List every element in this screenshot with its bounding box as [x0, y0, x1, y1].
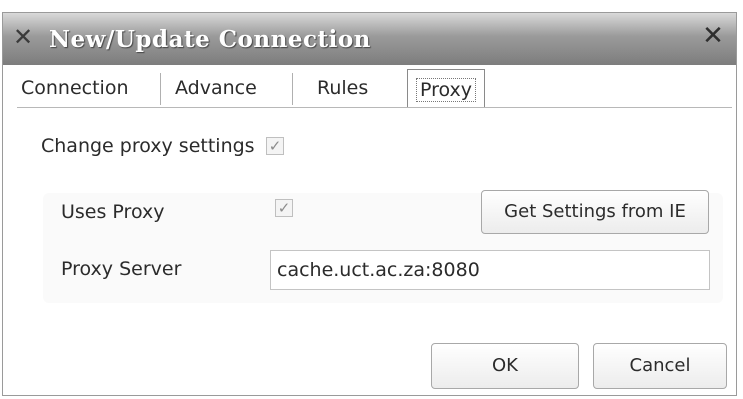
tab-bar: Connection Advance Rules Proxy	[17, 65, 737, 111]
uses-proxy-label: Uses Proxy	[61, 201, 165, 223]
tab-proxy[interactable]: Proxy	[407, 69, 486, 108]
change-proxy-settings-checkbox[interactable]: ✓	[266, 137, 284, 155]
proxy-server-input[interactable]: cache.uct.ac.za:8080	[270, 250, 710, 290]
uses-proxy-checkbox[interactable]: ✓	[275, 199, 293, 217]
tab-advance[interactable]: Advance	[175, 71, 257, 105]
change-proxy-settings-label: Change proxy settings	[41, 135, 255, 157]
tab-proxy-label: Proxy	[416, 78, 477, 102]
tab-rules[interactable]: Rules	[317, 71, 368, 105]
connection-dialog: ✕ New/Update Connection ✕ Connection Adv…	[2, 12, 737, 396]
tab-separator	[160, 73, 161, 105]
tab-separator	[292, 73, 293, 105]
close-icon[interactable]: ✕	[700, 23, 726, 49]
get-settings-from-ie-button[interactable]: Get Settings from IE	[481, 190, 709, 234]
connection-icon: ✕	[13, 23, 34, 51]
tab-underline	[17, 107, 732, 108]
tab-connection[interactable]: Connection	[21, 71, 129, 105]
proxy-server-label: Proxy Server	[61, 258, 182, 280]
cancel-button[interactable]: Cancel	[593, 343, 727, 389]
title-bar: ✕ New/Update Connection ✕	[3, 13, 736, 65]
dialog-title: New/Update Connection	[49, 26, 371, 53]
ok-button[interactable]: OK	[431, 343, 579, 389]
